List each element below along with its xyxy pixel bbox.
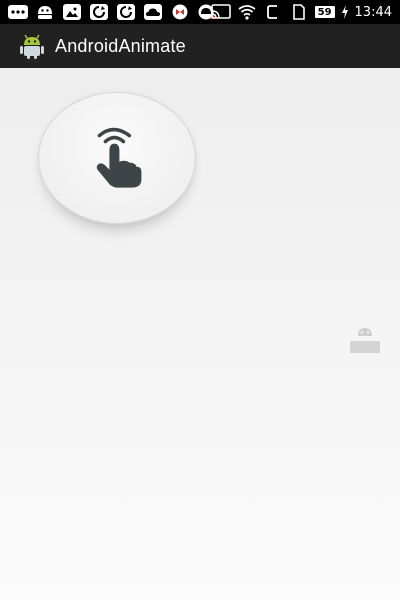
android-watermark-icon [349, 324, 381, 354]
battery-indicator: 59 [314, 6, 335, 18]
cast-icon [210, 4, 231, 20]
app-bar: AndroidAnimate [0, 24, 400, 68]
cloud-icon [143, 4, 163, 20]
android-icon [35, 4, 55, 20]
more-icon [8, 4, 28, 20]
nfc-icon [263, 4, 283, 20]
wifi-icon [237, 4, 257, 20]
app-title: AndroidAnimate [55, 35, 186, 56]
tap-hand-icon [96, 127, 142, 188]
gallery-icon [62, 4, 82, 20]
tap-button[interactable] [38, 92, 196, 224]
sync-icon [89, 4, 109, 20]
status-bar: 59 13:44 [0, 0, 400, 24]
no-sim-icon [289, 4, 309, 20]
charging-icon [341, 4, 349, 20]
sync-alt-icon [116, 4, 136, 20]
status-time: 13:44 [354, 4, 392, 20]
android-robot-icon [18, 32, 46, 60]
game-icon [170, 4, 190, 20]
